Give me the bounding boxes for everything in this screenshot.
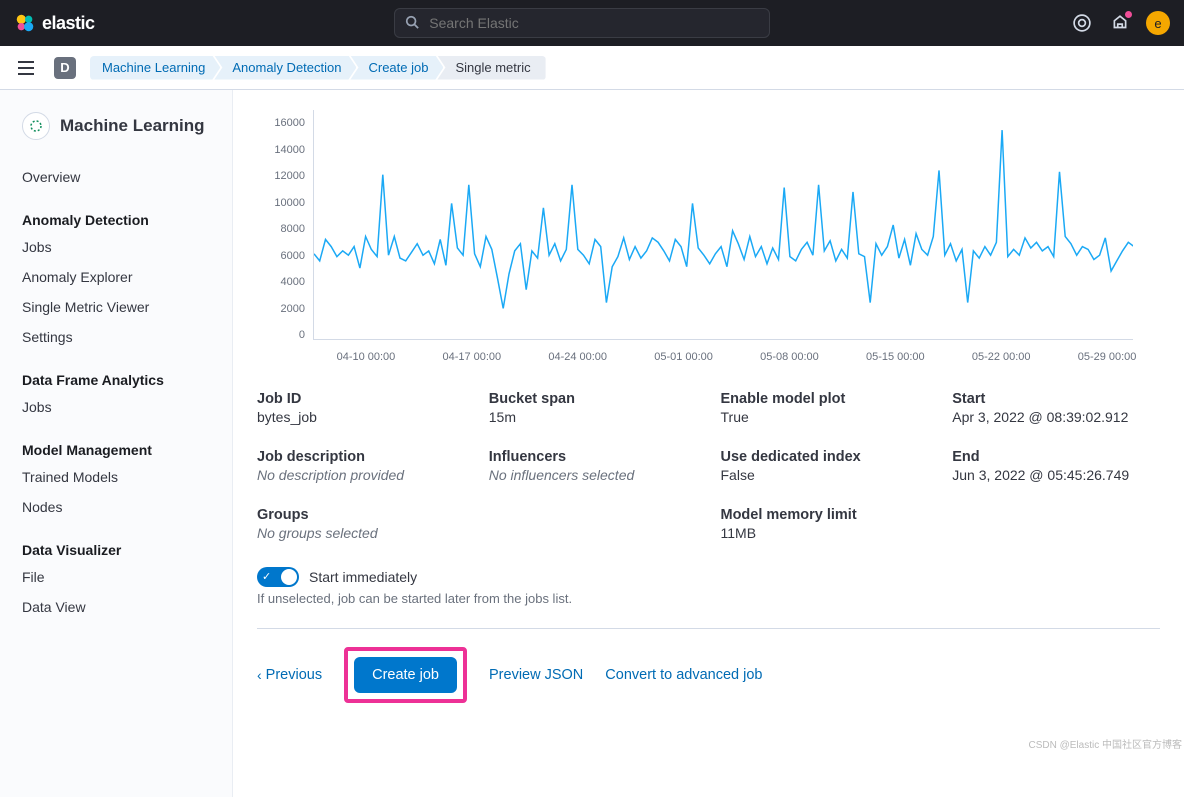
search-icon [405,15,419,32]
app-header: D Machine Learning Anomaly Detection Cre… [0,46,1184,90]
sidebar-item[interactable]: Data View [22,592,210,622]
end-label: End [952,449,1160,465]
dedicated-index-label: Use dedicated index [721,449,929,465]
breadcrumb-anomaly[interactable]: Anomaly Detection [214,56,356,80]
sidebar-category: Model Management [22,442,210,458]
sidebar-item[interactable]: Jobs [22,392,210,422]
start-label: Start [952,391,1160,407]
dedicated-index-value: False [721,467,929,483]
xtick: 05-15 00:00 [866,351,925,363]
sidebar-category: Anomaly Detection [22,212,210,228]
ytick: 4000 [257,269,311,296]
sidebar-item[interactable]: Anomaly Explorer [22,262,210,292]
model-plot-label: Enable model plot [721,391,929,407]
sidebar-item[interactable]: Single Metric Viewer [22,292,210,322]
watermark: CSDN @Elastic 中国社区官方博客 [1029,736,1183,751]
side-nav-title: Machine Learning [60,116,205,136]
news-icon[interactable] [1108,11,1132,35]
breadcrumb: Machine Learning Anomaly Detection Creat… [90,56,546,80]
sidebar-item[interactable]: File [22,562,210,592]
global-header: elastic e [0,0,1184,46]
job-id-value: bytes_job [257,409,465,425]
end-value: Jun 3, 2022 @ 05:45:26.749 [952,467,1160,483]
preview-json-button[interactable]: Preview JSON [489,667,583,683]
user-avatar[interactable]: e [1146,11,1170,35]
memory-limit-value: 11MB [721,525,929,541]
sidebar-category: Data Frame Analytics [22,372,210,388]
main-content: 1600014000120001000080006000400020000 04… [232,90,1184,797]
start-immediately-hint: If unselected, job can be started later … [257,591,1160,606]
ytick: 2000 [257,296,311,323]
side-nav: Machine Learning Overview Anomaly Detecti… [0,90,232,797]
help-icon[interactable] [1070,11,1094,35]
ytick: 16000 [257,110,311,137]
ytick: 10000 [257,190,311,217]
start-immediately-toggle[interactable]: ✓ [257,567,299,587]
xtick: 05-08 00:00 [760,351,819,363]
previous-button[interactable]: ‹ Previous [257,667,322,683]
xtick: 04-17 00:00 [442,351,501,363]
highlight-annotation: Create job [344,647,467,703]
model-plot-value: True [721,409,929,425]
start-value: Apr 3, 2022 @ 08:39:02.912 [952,409,1160,425]
menu-toggle-icon[interactable] [12,54,40,82]
sidebar-item[interactable]: Overview [22,162,210,192]
sidebar-item[interactable]: Jobs [22,232,210,262]
xtick: 05-29 00:00 [1078,351,1137,363]
sidebar-item[interactable]: Nodes [22,492,210,522]
xtick: 05-22 00:00 [972,351,1031,363]
ytick: 0 [257,322,311,349]
chart-svg [313,110,1133,340]
xtick: 04-10 00:00 [337,351,396,363]
groups-value: No groups selected [257,525,465,541]
elastic-logo[interactable]: elastic [14,0,95,46]
job-desc-value: No description provided [257,467,465,483]
xtick: 05-01 00:00 [654,351,713,363]
influencers-label: Influencers [489,449,697,465]
ml-app-icon [22,112,50,140]
memory-limit-label: Model memory limit [721,507,929,523]
notification-dot [1125,11,1132,18]
bucket-span-label: Bucket span [489,391,697,407]
search-input[interactable] [429,15,759,31]
space-selector[interactable]: D [54,57,76,79]
preview-chart: 1600014000120001000080006000400020000 04… [257,110,1160,363]
bucket-span-value: 15m [489,409,697,425]
sidebar-item[interactable]: Settings [22,322,210,352]
start-immediately-label: Start immediately [309,569,417,585]
ytick: 12000 [257,163,311,190]
breadcrumb-ml[interactable]: Machine Learning [90,56,220,80]
influencers-value: No influencers selected [489,467,697,483]
job-summary-grid: Job ID bytes_job Bucket span 15m Enable mo… [257,391,1160,541]
global-search[interactable] [394,8,770,38]
sidebar-category: Data Visualizer [22,542,210,558]
chevron-left-icon: ‹ [257,667,262,683]
ytick: 8000 [257,216,311,243]
check-icon: ✓ [262,570,271,583]
job-desc-label: Job description [257,449,465,465]
convert-advanced-button[interactable]: Convert to advanced job [605,667,762,683]
breadcrumb-singlemetric: Single metric [437,56,545,80]
groups-label: Groups [257,507,465,523]
sidebar-item[interactable]: Trained Models [22,462,210,492]
create-job-button[interactable]: Create job [354,657,457,693]
xtick: 04-24 00:00 [548,351,607,363]
ytick: 6000 [257,243,311,270]
breadcrumb-createjob[interactable]: Create job [350,56,443,80]
ytick: 14000 [257,137,311,164]
job-id-label: Job ID [257,391,465,407]
